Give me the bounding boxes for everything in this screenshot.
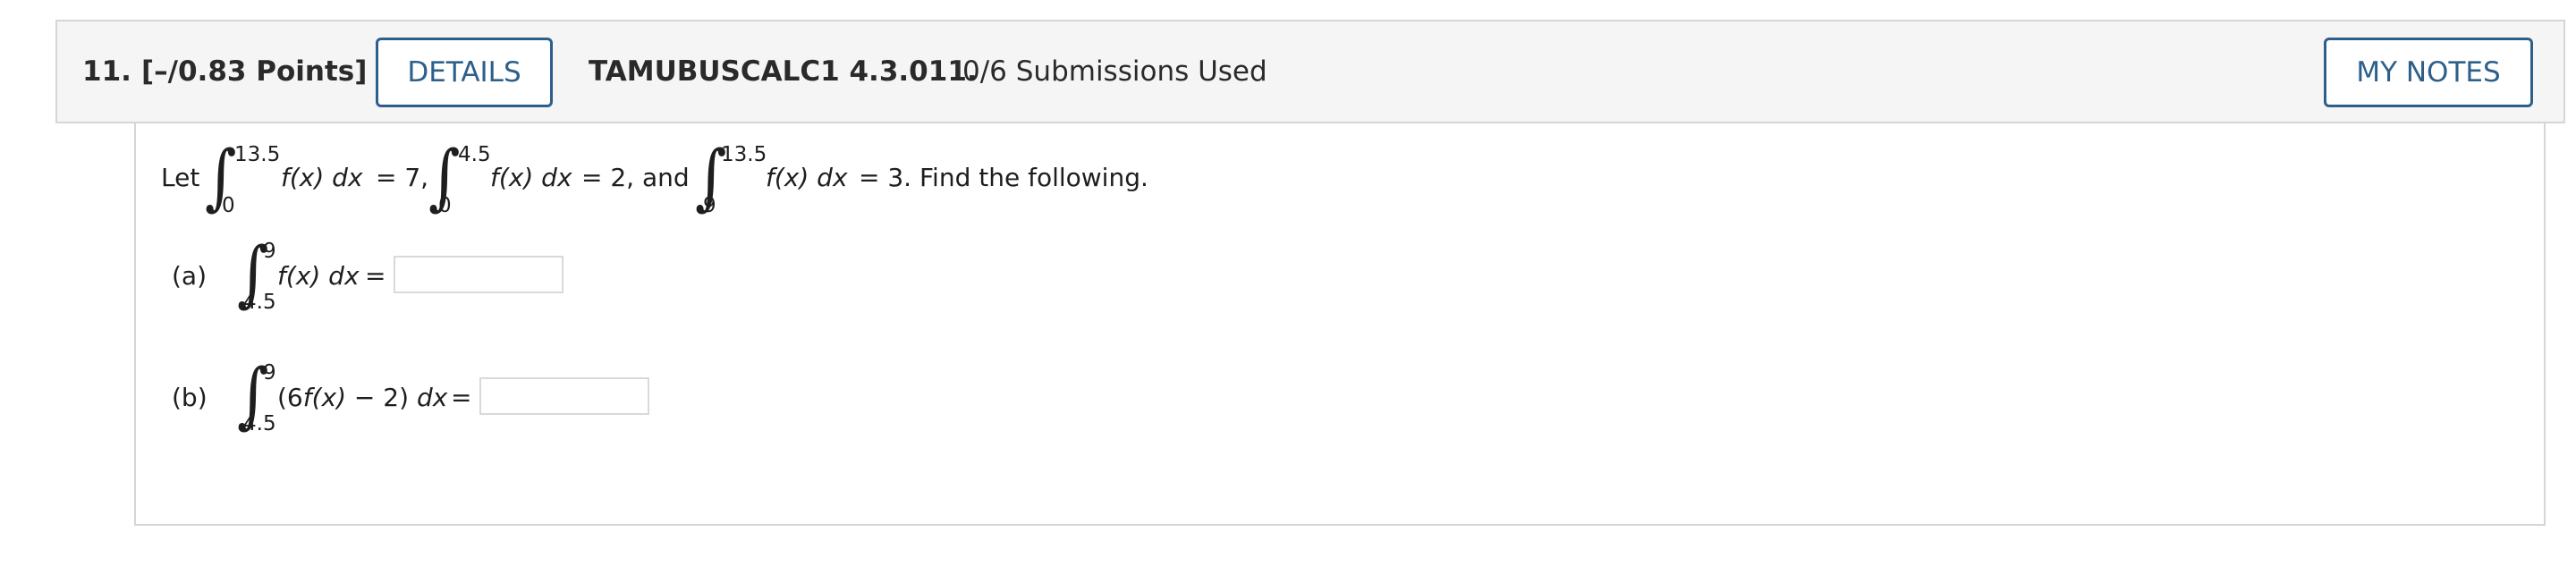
integrand-1: f(x) dx xyxy=(281,163,363,192)
lower-limit-2: 0 xyxy=(438,194,452,217)
part-b-label: (b) xyxy=(172,383,208,412)
details-button[interactable]: DETAILS xyxy=(376,38,553,107)
let-text: Let xyxy=(161,163,200,192)
upper-limit-3: 13.5 xyxy=(721,143,767,166)
integrand-b: (6f(x) − 2) dx xyxy=(277,383,447,412)
integrand-b-f: f(x) xyxy=(302,383,347,412)
integrand-2: f(x) dx xyxy=(490,163,572,192)
question-points: [–/0.83 Points] xyxy=(141,55,368,88)
value-3: = 3. Find the following. xyxy=(859,163,1148,192)
lower-limit-a: 4.5 xyxy=(243,291,276,314)
upper-limit-a: 9 xyxy=(263,240,276,263)
equals-b: = xyxy=(451,383,472,412)
submissions-used: 0/6 Submissions Used xyxy=(962,55,1267,88)
lower-limit-b: 4.5 xyxy=(243,412,276,435)
question-code: TAMUBUSCALC1 4.3.011. xyxy=(589,55,978,88)
part-a-label: (a) xyxy=(172,261,208,291)
lower-limit-3: 9 xyxy=(703,194,716,217)
my-notes-button[interactable]: MY NOTES xyxy=(2324,38,2533,107)
upper-limit-2: 4.5 xyxy=(458,143,491,166)
answer-b-input[interactable] xyxy=(479,377,649,415)
upper-limit-1: 13.5 xyxy=(234,143,281,166)
value-2: = 2, and xyxy=(581,163,690,192)
question-number: 11. xyxy=(82,55,131,88)
upper-limit-b: 9 xyxy=(263,361,276,384)
lower-limit-1: 0 xyxy=(222,194,235,217)
integrand-a: f(x) dx xyxy=(277,261,360,291)
integrand-b-open: (6 xyxy=(277,383,303,412)
integrand-b-dx: dx xyxy=(416,383,448,412)
question-header: 11. [–/0.83 Points] DETAILS TAMUBUSCALC1… xyxy=(55,20,2565,123)
equals-a: = xyxy=(365,261,386,291)
answer-a-input[interactable] xyxy=(394,256,564,293)
value-1: = 7, xyxy=(376,163,429,192)
integrand-b-mid: − 2) xyxy=(346,383,417,412)
integrand-3: f(x) dx xyxy=(766,163,848,192)
